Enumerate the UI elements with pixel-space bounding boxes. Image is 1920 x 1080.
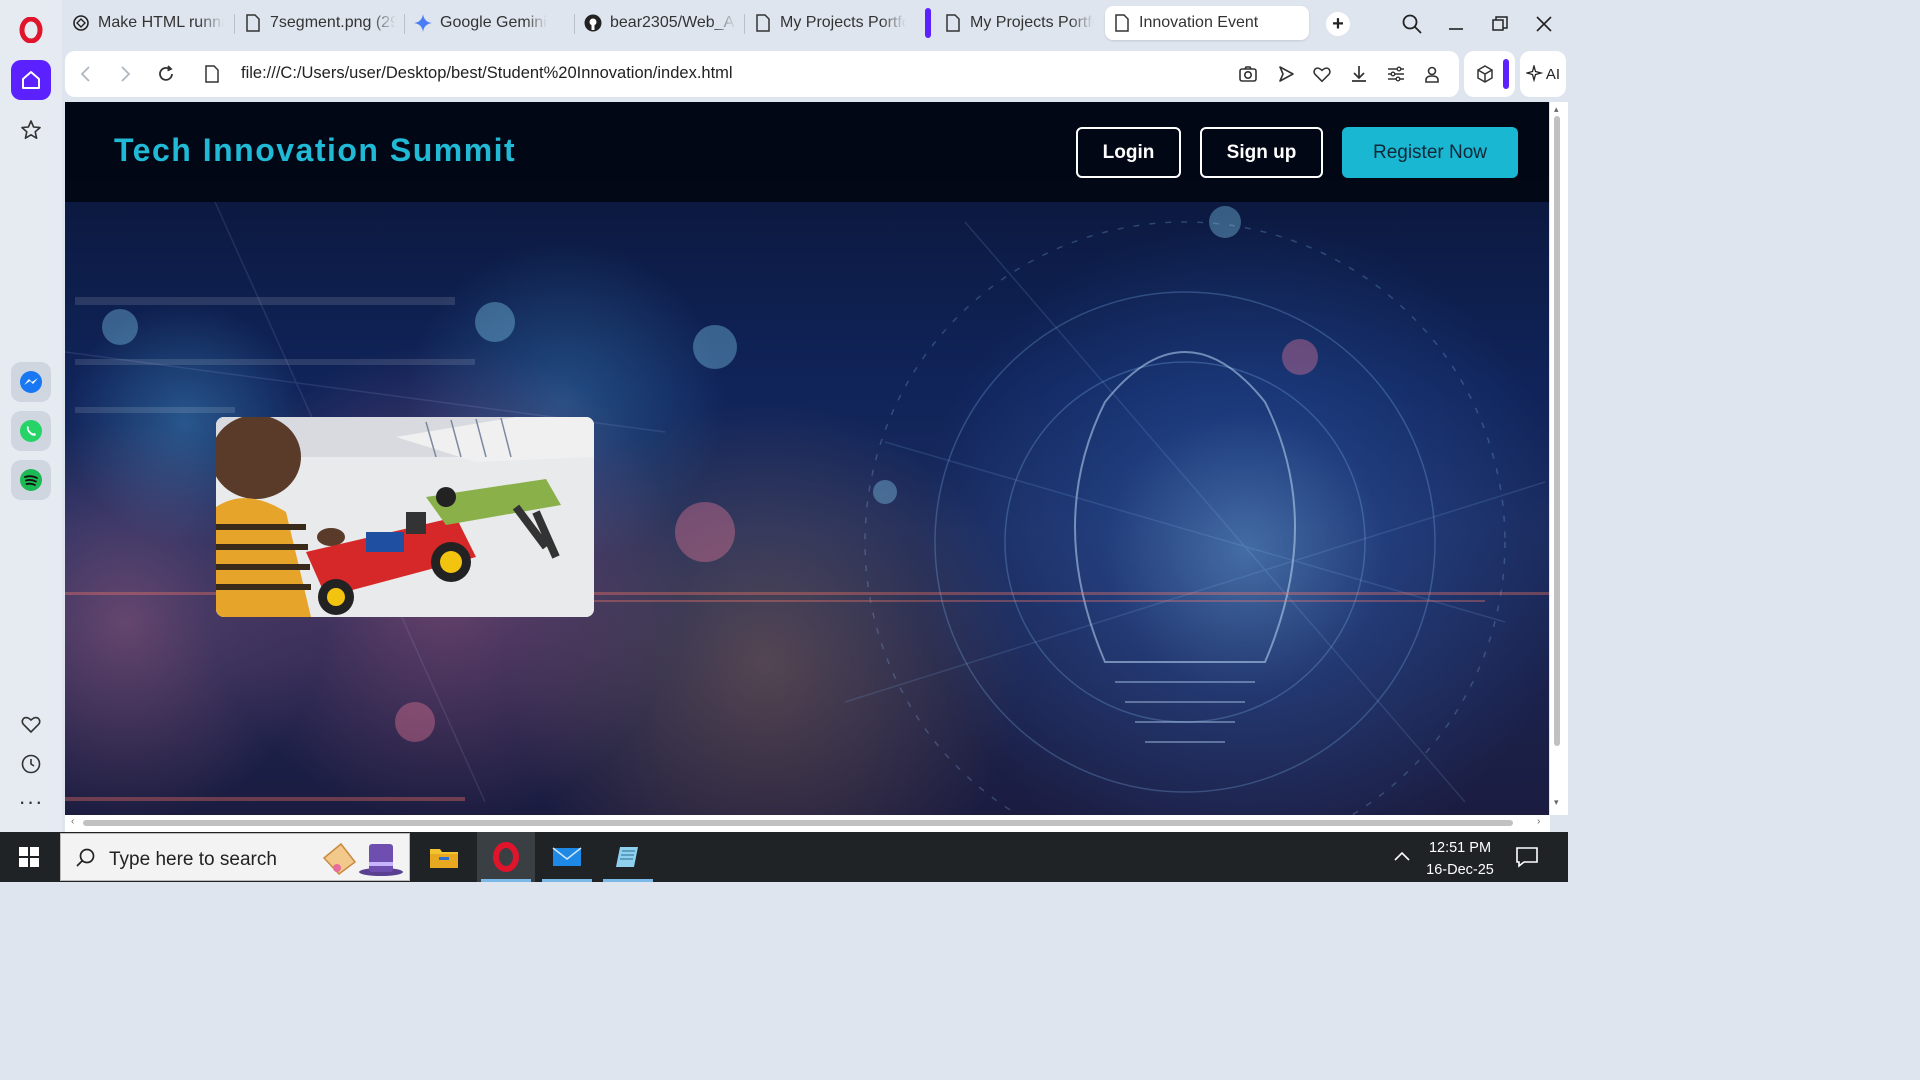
restore-icon[interactable]: [1486, 10, 1514, 38]
tab-island-marker: [925, 8, 931, 38]
windows-start-icon[interactable]: [0, 832, 58, 882]
clock-time: 12:51 PM: [1428, 840, 1492, 856]
tab-label: Google Gemini: [440, 14, 547, 31]
favorite-heart-icon[interactable]: [1311, 63, 1333, 85]
vertical-scroll-thumb[interactable]: [1554, 116, 1560, 746]
register-now-button[interactable]: Register Now: [1342, 127, 1518, 178]
extension-marker: [1503, 59, 1509, 89]
taskbar-clock[interactable]: 12:51 PM 16-Dec-25: [1420, 837, 1500, 881]
extensions-area: [1464, 51, 1515, 97]
search-icon: [76, 848, 95, 867]
openai-icon: [72, 14, 90, 32]
heart-icon[interactable]: [11, 704, 51, 744]
tab-label: My Projects Portfolio: [780, 14, 906, 31]
tab-bar: Make HTML runnable 7segment.png (2985 Go…: [62, 0, 1568, 48]
back-arrow-icon[interactable]: [75, 63, 97, 85]
gemini-icon: [414, 14, 432, 32]
tab-7segment[interactable]: 7segment.png (2985: [236, 6, 404, 40]
easy-setup-icon[interactable]: [1385, 63, 1407, 85]
profile-icon[interactable]: [1421, 63, 1443, 85]
tab-github[interactable]: bear2305/Web_Assig: [576, 6, 744, 40]
vertical-scrollbar[interactable]: ▴ ▾: [1550, 102, 1568, 815]
document-icon: [754, 14, 772, 32]
reload-icon[interactable]: [155, 63, 177, 85]
more-dots-icon[interactable]: ···: [11, 782, 51, 822]
browser-sidebar: ···: [0, 0, 62, 832]
search-tabs-icon[interactable]: [1398, 10, 1426, 38]
tab-make-html[interactable]: Make HTML runnable: [64, 6, 232, 40]
tab-innovation-event[interactable]: Innovation Event: [1105, 6, 1309, 40]
notepad-app-icon[interactable]: [599, 832, 657, 882]
forward-arrow-icon[interactable]: [114, 63, 136, 85]
chevron-up-icon[interactable]: [1392, 847, 1412, 872]
signup-button[interactable]: Sign up: [1200, 127, 1323, 178]
site-title: Tech Innovation Summit: [114, 132, 517, 168]
search-highlight-illustration-icon: [322, 842, 403, 876]
address-bar: file:///C:/Users/user/Desktop/best/Stude…: [65, 51, 1459, 97]
file-page-icon[interactable]: [201, 63, 223, 85]
notifications-icon[interactable]: [1515, 845, 1539, 874]
mail-app-icon[interactable]: [538, 832, 596, 882]
github-icon: [584, 14, 602, 32]
horizontal-scrollbar[interactable]: ‹ ›: [65, 815, 1550, 832]
tab-portfolio-1[interactable]: My Projects Portfolio: [746, 6, 914, 40]
search-placeholder: Type here to search: [109, 849, 277, 870]
opera-logo-icon[interactable]: [11, 10, 51, 50]
tab-label: Make HTML runnable: [98, 14, 224, 31]
tab-label: My Projects Portfolio: [970, 14, 1094, 31]
opera-taskbar-icon[interactable]: [477, 832, 535, 882]
new-tab-plus-icon[interactable]: +: [1326, 12, 1350, 36]
document-icon: [944, 14, 962, 32]
tab-gemini[interactable]: Google Gemini: [406, 6, 574, 40]
clock-date: 16-Dec-25: [1426, 862, 1494, 878]
file-explorer-icon[interactable]: [415, 832, 473, 882]
history-clock-icon[interactable]: [11, 744, 51, 784]
whatsapp-icon[interactable]: [11, 411, 51, 451]
windows-taskbar: Type here to search 12:51 PM 16-Dec-25: [0, 832, 1568, 882]
site-header: Tech Innovation Summit Login Sign up Reg…: [65, 102, 1549, 202]
bookmarks-star-icon[interactable]: [11, 110, 51, 150]
web-viewport: Tech Innovation Summit Login Sign up Reg…: [65, 102, 1549, 815]
tab-label: 7segment.png (2985: [270, 14, 396, 31]
ai-label: AI: [1545, 65, 1561, 83]
messenger-icon[interactable]: [11, 362, 51, 402]
camera-snapshot-icon[interactable]: [1237, 63, 1259, 85]
close-icon[interactable]: [1530, 10, 1558, 38]
document-icon: [1113, 14, 1131, 32]
sparkle-icon: [1525, 65, 1544, 83]
aria-ai-button[interactable]: AI: [1520, 51, 1566, 97]
extensions-cube-icon[interactable]: [1474, 63, 1496, 85]
document-icon: [244, 14, 262, 32]
robotics-kids-photo: [216, 417, 594, 617]
login-button[interactable]: Login: [1076, 127, 1181, 178]
taskbar-search-box[interactable]: Type here to search: [60, 833, 410, 881]
download-icon[interactable]: [1348, 63, 1370, 85]
tab-label: Innovation Event: [1139, 14, 1259, 31]
horizontal-scroll-thumb[interactable]: [83, 820, 1513, 826]
tab-portfolio-2[interactable]: My Projects Portfolio: [936, 6, 1102, 40]
home-icon[interactable]: [11, 60, 51, 100]
send-flow-icon[interactable]: [1275, 63, 1297, 85]
minimize-icon[interactable]: [1442, 10, 1470, 38]
tab-label: bear2305/Web_Assig: [610, 14, 736, 31]
spotify-icon[interactable]: [11, 460, 51, 500]
url-text[interactable]: file:///C:/Users/user/Desktop/best/Stude…: [241, 64, 733, 83]
